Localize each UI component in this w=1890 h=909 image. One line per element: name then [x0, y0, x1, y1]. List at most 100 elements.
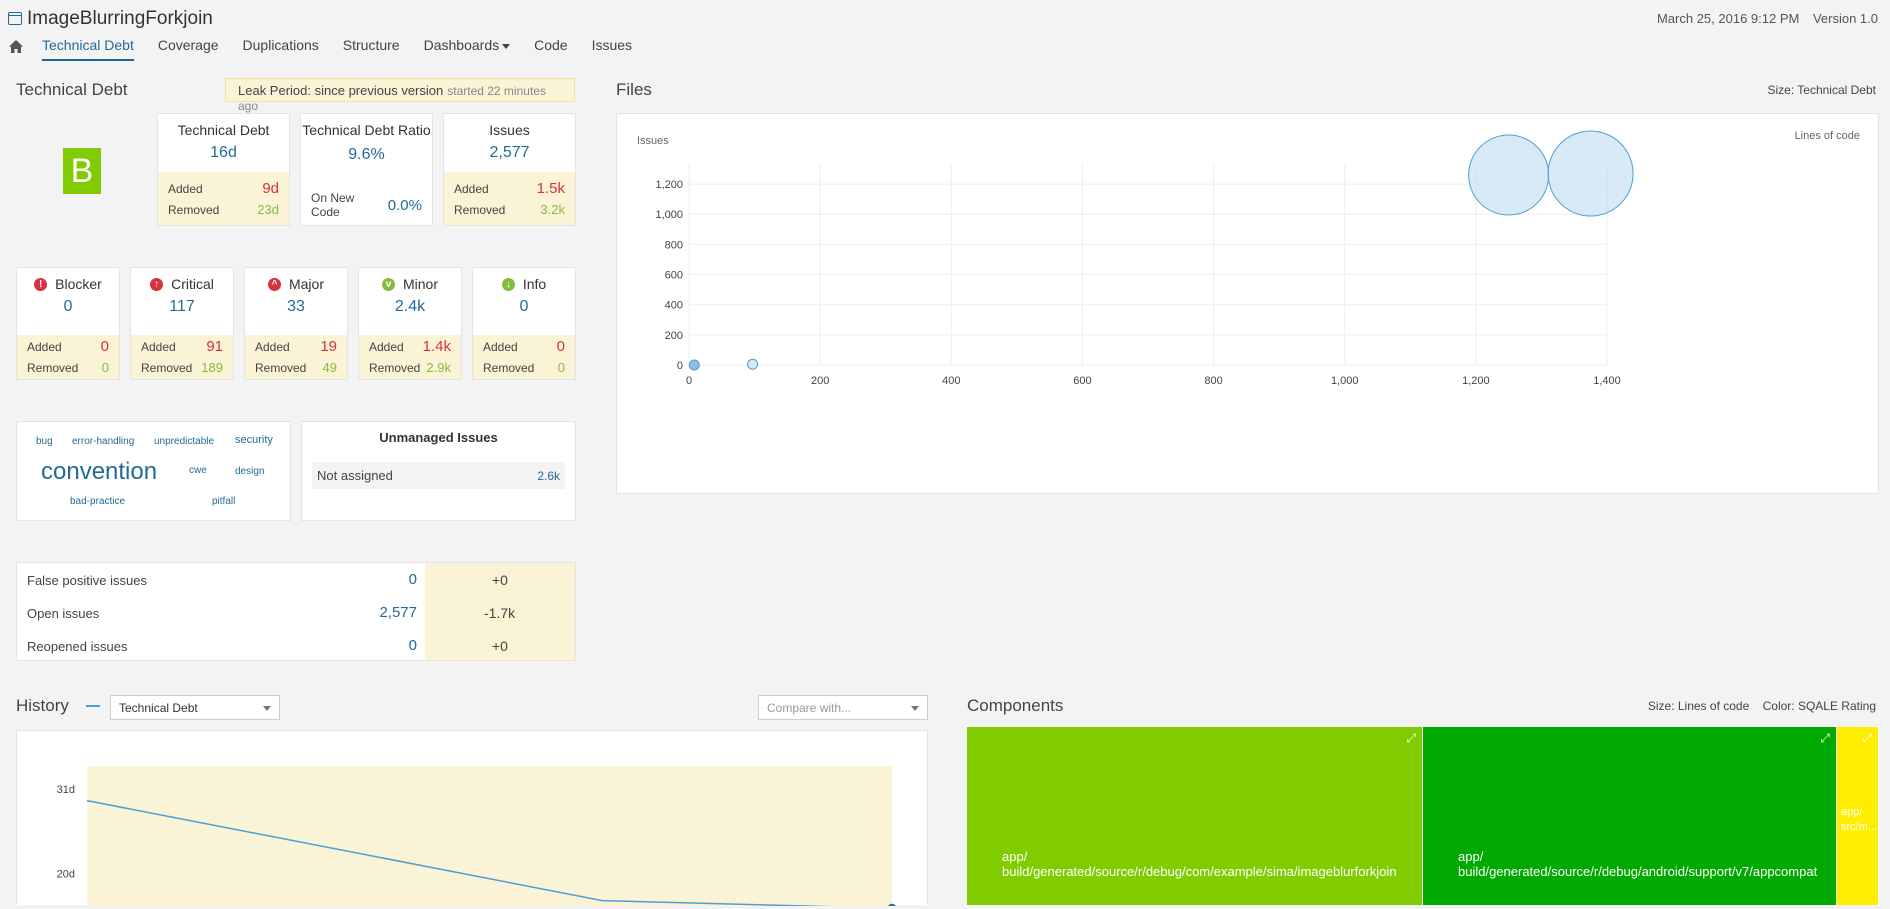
history-title: History [16, 696, 69, 715]
added-value[interactable]: 91 [206, 338, 223, 355]
new-code-value[interactable]: 0.0% [388, 197, 422, 214]
leak-box: Added 0 Removed 0 [17, 335, 119, 379]
nav-issues[interactable]: Issues [592, 37, 632, 59]
external-link-icon[interactable]: ⤢ [1406, 731, 1416, 746]
leak-box: Added 9d Removed 23d [158, 172, 289, 225]
severity-card-info: ↓ Info 0 Added 0 Removed 0 [472, 267, 576, 380]
removed-value[interactable]: 0 [558, 360, 565, 375]
removed-label: Removed [454, 202, 506, 217]
y-tick-label: 200 [665, 330, 683, 342]
added-label: Added [27, 339, 62, 354]
file-bubble [1468, 134, 1550, 216]
analysis-date: March 25, 2016 9:12 PM [1656, 11, 1800, 26]
removed-value[interactable]: 2.9k [426, 360, 451, 375]
y-tick-label: 1,000 [655, 209, 683, 221]
nav-duplications[interactable]: Duplications [243, 37, 319, 59]
technical-debt-value[interactable]: 16d [158, 144, 289, 162]
components-legend: Size: Lines of code Color: SQALE Rating [1648, 699, 1876, 713]
tag-link[interactable]: design [235, 466, 264, 477]
leak-box: Added 19 Removed 49 [245, 335, 347, 379]
tag-link[interactable]: pitfall [212, 496, 235, 507]
added-label: Added [141, 339, 176, 354]
tag-link[interactable]: bug [36, 436, 53, 447]
added-value[interactable]: 9d [262, 180, 279, 197]
nav-code[interactable]: Code [534, 37, 567, 59]
external-link-icon[interactable]: ⤢ [1862, 731, 1872, 746]
y-tick-label: 800 [665, 239, 683, 251]
history-metric-select[interactable]: Technical Debt [110, 695, 280, 720]
severity-value[interactable]: 0 [17, 298, 119, 316]
sqale-rating[interactable]: B [63, 148, 101, 194]
y-axis-label: Issues [637, 135, 669, 147]
tag-link[interactable]: cwe [189, 465, 207, 476]
x-tick-label: 200 [811, 375, 829, 387]
tag-link[interactable]: security [235, 434, 273, 446]
status-label: Reopened issues [27, 639, 128, 654]
status-value[interactable]: 2,577 [379, 604, 417, 621]
series-legend-line [86, 705, 100, 707]
unmanaged-issues: Unmanaged Issues Not assigned 2.6k [301, 421, 576, 521]
added-value[interactable]: 1.5k [537, 180, 565, 197]
components-treemap: ⤢ app/build/generated/source/r/debug/com… [967, 727, 1879, 905]
leak-period-area [87, 766, 892, 909]
removed-value[interactable]: 49 [323, 360, 337, 375]
added-value[interactable]: 19 [320, 338, 337, 355]
tag-link[interactable]: unpredictable [154, 436, 214, 447]
leak-period-badge: Leak Period: since previous version start… [225, 78, 575, 113]
x-tick-label: 400 [942, 375, 960, 387]
status-value[interactable]: 0 [409, 637, 417, 654]
severity-value[interactable]: 0 [473, 298, 575, 316]
tag-link[interactable]: convention [41, 458, 157, 486]
files-size-label: Size: Technical Debt [1767, 83, 1876, 97]
file-bubble [688, 359, 700, 371]
chevron-down-icon [502, 43, 511, 49]
chevron-down-icon [911, 706, 919, 711]
debt-ratio-value[interactable]: 9.6% [301, 146, 432, 164]
added-value[interactable]: 0 [101, 338, 109, 355]
x-tick-label: 1,200 [1462, 375, 1490, 387]
severity-value[interactable]: 117 [131, 298, 233, 316]
not-assigned-value[interactable]: 2.6k [537, 469, 560, 483]
nav-dashboards[interactable]: Dashboards [424, 37, 511, 59]
treemap-cell[interactable]: ⤢ app/src/m... [1837, 727, 1879, 905]
compare-with-select[interactable]: Compare with... [758, 695, 928, 720]
removed-value[interactable]: 189 [201, 360, 223, 375]
not-assigned-label: Not assigned [317, 468, 393, 483]
home-icon[interactable] [8, 39, 24, 55]
component-path-line2: build/generated/source/r/debug/com/examp… [1002, 864, 1397, 879]
treemap-cell[interactable]: ⤢ app/build/generated/source/r/debug/and… [1423, 727, 1837, 905]
x-tick-label: 800 [1204, 375, 1222, 387]
nav-structure[interactable]: Structure [343, 37, 400, 59]
removed-label: Removed [255, 360, 307, 375]
component-path-line1: app/ [1841, 806, 1863, 818]
treemap-cell[interactable]: ⤢ app/build/generated/source/r/debug/com… [967, 727, 1423, 905]
issues-value[interactable]: 2,577 [444, 144, 575, 162]
removed-value[interactable]: 0 [102, 360, 109, 375]
component-path: app/build/generated/source/r/debug/andro… [1458, 849, 1817, 879]
severity-value[interactable]: 2.4k [359, 298, 461, 316]
external-link-icon[interactable]: ⤢ [1820, 731, 1830, 746]
unmanaged-row: Not assigned 2.6k [312, 462, 565, 489]
top-bar: ImageBlurringForkjoin March 25, 2016 9:1… [0, 0, 1890, 62]
removed-value[interactable]: 23d [257, 202, 279, 217]
added-label: Added [454, 181, 489, 196]
status-label: Open issues [27, 606, 100, 621]
components-size-label: Size: Lines of code [1647, 699, 1750, 713]
technical-debt-card: Technical Debt 16d Added 9d Removed 23d [157, 113, 290, 226]
removed-label: Removed [369, 360, 421, 375]
added-value[interactable]: 1.4k [423, 338, 451, 355]
new-code-label: On New Code [311, 191, 355, 219]
status-value[interactable]: 0 [409, 571, 417, 588]
status-delta: +0 [492, 638, 508, 654]
nav-coverage[interactable]: Coverage [158, 37, 219, 59]
nav-technical-debt[interactable]: Technical Debt [42, 37, 134, 61]
added-value[interactable]: 0 [557, 338, 565, 355]
tag-link[interactable]: error-handling [72, 436, 134, 447]
tag-link[interactable]: bad-practice [70, 496, 125, 507]
x-tick-label: 0 [686, 375, 692, 387]
leak-period-label: Leak Period: since previous version [238, 83, 444, 98]
removed-label: Removed [27, 360, 79, 375]
removed-value[interactable]: 3.2k [540, 202, 565, 217]
project-title[interactable]: ImageBlurringForkjoin [27, 8, 213, 30]
severity-value[interactable]: 33 [245, 298, 347, 316]
